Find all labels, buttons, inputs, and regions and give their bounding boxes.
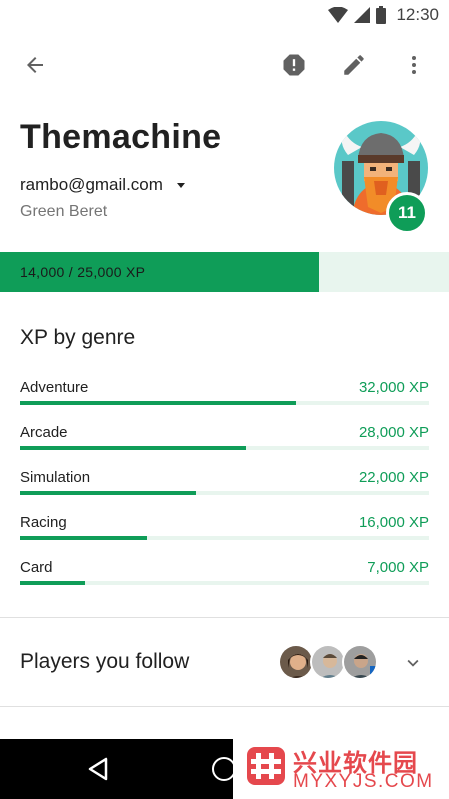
genre-row-simulation: Simulation 22,000 XP (20, 469, 429, 509)
rank-text: Green Beret (20, 203, 108, 220)
genre-progress-fill (20, 581, 86, 585)
more-options-button[interactable] (394, 45, 434, 85)
genre-xp: 16,000 XP (358, 514, 429, 531)
cell-signal-icon (354, 7, 371, 23)
genre-xp: 32,000 XP (358, 379, 429, 396)
player-photo-icon (280, 646, 312, 678)
report-icon (283, 54, 305, 76)
genre-progress-track (20, 536, 429, 540)
player-photo-icon (344, 646, 376, 678)
report-button[interactable] (274, 45, 314, 85)
total-xp-label: 14,000 / 25,000 XP (20, 264, 146, 280)
genre-progress-track (20, 581, 429, 585)
status-bar: 12:30 (0, 0, 449, 30)
genre-progress-track (20, 491, 429, 495)
status-icons: 12:30 (328, 4, 439, 26)
back-button[interactable] (15, 45, 55, 85)
nav-back-button[interactable] (86, 756, 112, 787)
watermark-logo-icon (247, 747, 285, 785)
genre-row-racing: Racing 16,000 XP (20, 514, 429, 554)
genre-progress-fill (20, 536, 148, 540)
genre-section-title: XP by genre (20, 326, 136, 349)
edit-pencil-icon (344, 55, 364, 75)
followed-player-avatar[interactable] (278, 644, 314, 680)
total-xp-bar: 14,000 / 25,000 XP (0, 252, 449, 292)
back-arrow-icon (27, 57, 43, 73)
genre-progress-fill (20, 491, 197, 495)
genre-name: Simulation (20, 469, 91, 486)
genre-xp: 7,000 XP (367, 559, 429, 576)
edit-button[interactable] (334, 45, 374, 85)
genre-xp: 22,000 XP (358, 469, 429, 486)
genre-progress-fill (20, 401, 297, 405)
genre-row-arcade: Arcade 28,000 XP (20, 424, 429, 464)
status-time: 12:30 (396, 5, 439, 24)
genre-progress-track (20, 446, 429, 450)
player-photo-icon (312, 646, 344, 678)
wifi-icon (328, 7, 349, 23)
section-divider (0, 617, 449, 618)
watermark-text-en: MYXYJS.COM (293, 771, 434, 792)
genre-name: Card (20, 559, 53, 576)
genre-row-card: Card 7,000 XP (20, 559, 429, 599)
level-badge: 11 (386, 192, 428, 234)
followed-player-avatar[interactable] (310, 644, 346, 680)
chevron-down-icon (407, 659, 419, 667)
genre-xp: 28,000 XP (358, 424, 429, 441)
account-selector[interactable]: rambo@gmail.com (20, 175, 185, 195)
genre-name: Racing (20, 514, 67, 531)
email-text: rambo@gmail.com (20, 175, 163, 194)
expand-following-button[interactable] (398, 648, 428, 678)
genre-progress-fill (20, 446, 247, 450)
genre-row-adventure: Adventure 32,000 XP (20, 379, 429, 419)
more-vert-icon (412, 56, 416, 74)
site-watermark: 兴业软件园 MYXYJS.COM (233, 739, 449, 799)
app-bar (0, 40, 449, 92)
genre-name: Adventure (20, 379, 89, 396)
genre-progress-track (20, 401, 429, 405)
genre-name: Arcade (20, 424, 68, 441)
dropdown-caret-icon (176, 182, 185, 188)
followed-player-avatar[interactable] (342, 644, 378, 680)
following-section-title[interactable]: Players you follow (20, 650, 189, 674)
section-divider (0, 706, 449, 707)
nav-back-icon (88, 757, 108, 781)
profile-name: Themachine (20, 118, 222, 156)
battery-icon (376, 6, 387, 24)
